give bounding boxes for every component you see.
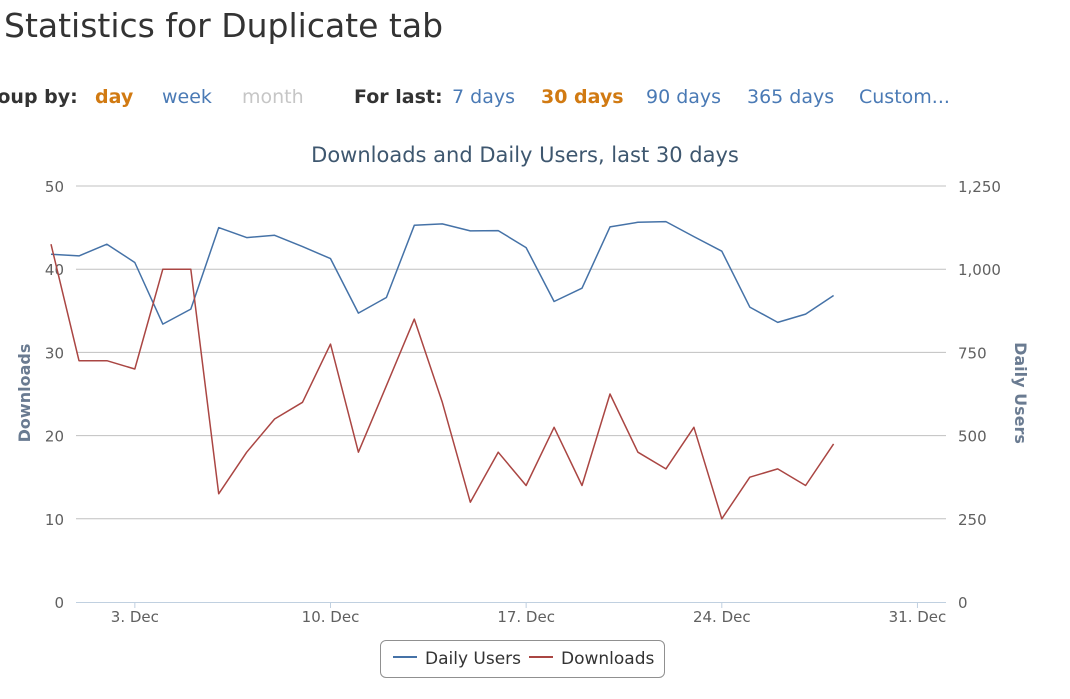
grid-lines bbox=[76, 185, 946, 520]
legend-item-downloads[interactable]: Downloads bbox=[529, 641, 654, 677]
series-line-downloads bbox=[50, 244, 835, 520]
y-left-tick-label: 40 bbox=[45, 261, 64, 279]
x-tick-label: 10. Dec bbox=[302, 608, 360, 626]
y-axis-left-title: Downloads bbox=[15, 344, 34, 443]
y-right-tick-label: 500 bbox=[958, 428, 987, 446]
downloads-users-chart: Downloads and Daily Users, last 30 days … bbox=[15, 143, 1030, 626]
legend-label-downloads: Downloads bbox=[561, 649, 655, 669]
y-right-tick-label: 750 bbox=[958, 344, 987, 362]
legend-swatch-daily-users bbox=[393, 656, 417, 658]
y-right-tick-label: 1,000 bbox=[958, 261, 1001, 279]
y-left-tick-label: 50 bbox=[45, 178, 64, 196]
chart-legend: Daily Users Downloads bbox=[380, 640, 665, 678]
y-left-tick-label: 30 bbox=[45, 344, 64, 362]
y-axis-right-title: Daily Users bbox=[1011, 342, 1030, 444]
x-tick-label: 31. Dec bbox=[889, 608, 947, 626]
x-tick-label: 3. Dec bbox=[111, 608, 159, 626]
legend-label-daily-users: Daily Users bbox=[425, 649, 522, 669]
series-line-daily-users bbox=[50, 220, 835, 325]
y-left-tick-label: 0 bbox=[54, 594, 64, 612]
y-left-tick-label: 20 bbox=[45, 428, 64, 446]
series-lines bbox=[50, 220, 835, 520]
x-tick-label: 17. Dec bbox=[497, 608, 555, 626]
y-right-tick-label: 250 bbox=[958, 511, 987, 529]
y-left-tick-label: 10 bbox=[45, 511, 64, 529]
y-right-tick-label: 0 bbox=[958, 594, 968, 612]
y-right-tick-label: 1,250 bbox=[958, 178, 1001, 196]
x-tick-label: 24. Dec bbox=[693, 608, 751, 626]
legend-item-daily-users[interactable]: Daily Users bbox=[393, 641, 521, 677]
chart-title: Downloads and Daily Users, last 30 days bbox=[311, 143, 739, 167]
legend-swatch-downloads bbox=[529, 656, 553, 658]
